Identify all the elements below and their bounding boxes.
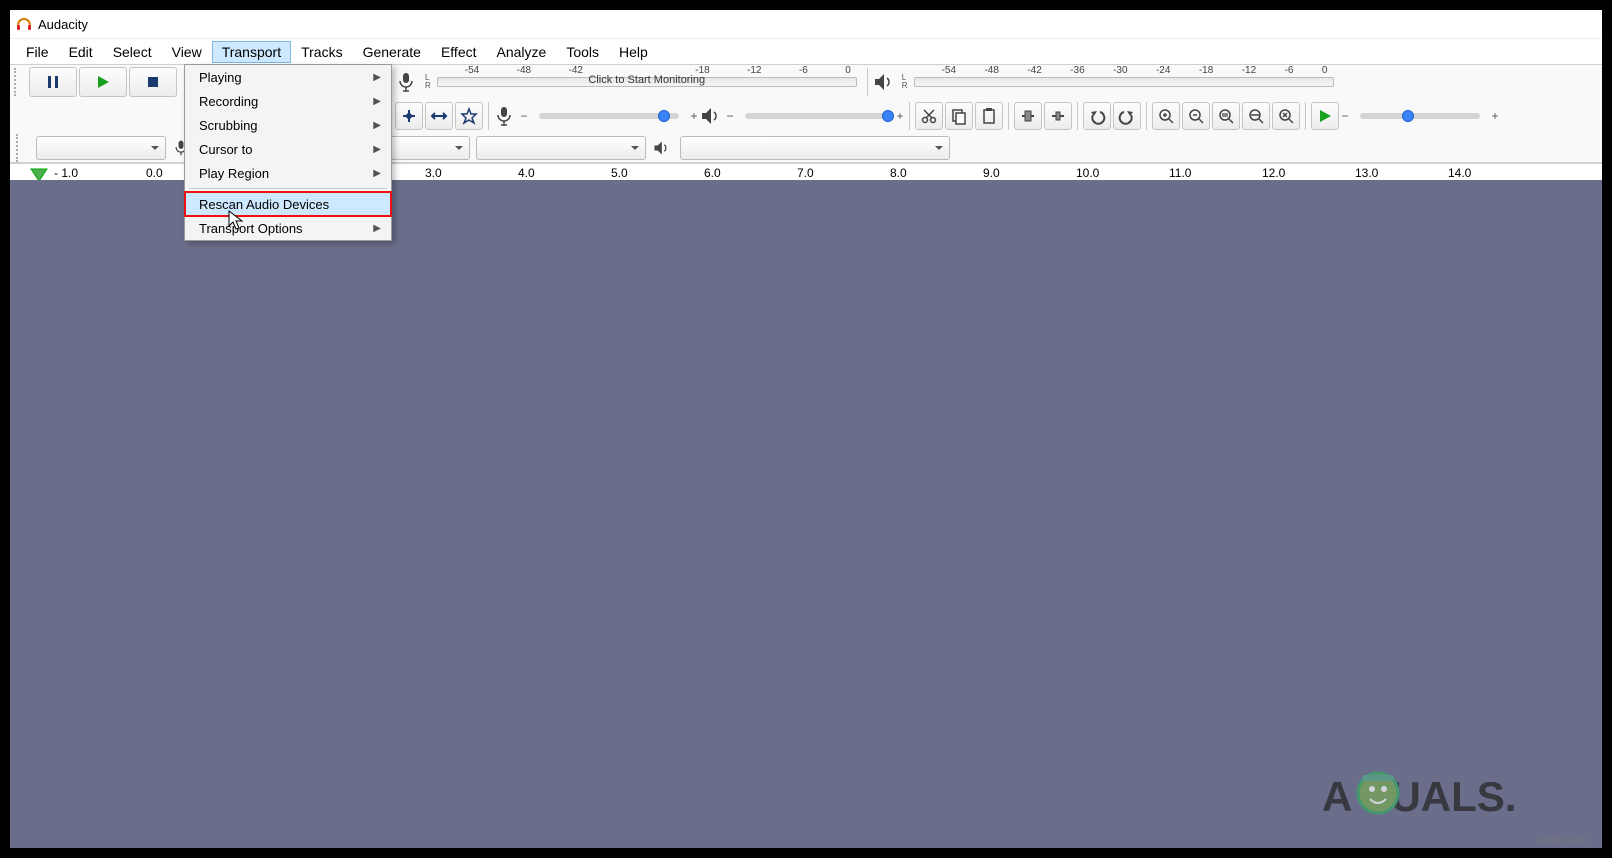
playback-meter[interactable]: -54-48-42-36-30-24-18-12-60 — [914, 68, 1334, 96]
audio-host-combo[interactable] — [36, 136, 166, 160]
zoom-tool-button[interactable] — [395, 102, 423, 130]
track-area[interactable] — [10, 180, 1602, 848]
submenu-arrow-icon: ▶ — [373, 120, 381, 131]
ruler-tick-label: 6.0 — [704, 166, 721, 180]
menu-select[interactable]: Select — [103, 41, 162, 63]
meter-lr-label: LR — [902, 74, 908, 90]
menu-item-label: Transport Options — [199, 221, 303, 236]
app-title: Audacity — [38, 17, 88, 32]
footer-link: wsxdn.com — [1538, 835, 1588, 846]
toolbar-separator — [1305, 102, 1306, 130]
ruler-tick-label: 14.0 — [1448, 166, 1471, 180]
paste-button[interactable] — [975, 102, 1003, 130]
copy-button[interactable] — [945, 102, 973, 130]
trim-button[interactable] — [1014, 102, 1042, 130]
zoom-toggle-button[interactable] — [1272, 102, 1300, 130]
microphone-icon — [493, 105, 515, 127]
redo-button[interactable] — [1113, 102, 1141, 130]
menu-item-label: Recording — [199, 94, 258, 109]
ruler-tick-label: 10.0 — [1076, 166, 1099, 180]
submenu-arrow-icon: ▶ — [373, 96, 381, 107]
undo-button[interactable] — [1083, 102, 1111, 130]
menu-tools[interactable]: Tools — [556, 41, 609, 63]
menu-item-recording[interactable]: Recording ▶ — [185, 89, 391, 113]
toolbar-separator — [867, 68, 868, 96]
playback-speed-slider[interactable]: − + — [1340, 109, 1500, 123]
menu-item-playing[interactable]: Playing ▶ — [185, 65, 391, 89]
watermark-logo: A PUALS. — [1322, 763, 1582, 838]
timeshift-tool-button[interactable] — [425, 102, 453, 130]
ruler-tick-label: 3.0 — [425, 166, 442, 180]
recording-volume-slider[interactable]: − + — [519, 109, 699, 123]
menu-analyze[interactable]: Analyze — [487, 41, 557, 63]
toolbar-separator — [1077, 102, 1078, 130]
audacity-icon — [16, 16, 32, 32]
menu-tracks[interactable]: Tracks — [291, 41, 352, 63]
zoom-out-button[interactable] — [1182, 102, 1210, 130]
ruler-tick-label: 9.0 — [983, 166, 1000, 180]
meter-lr-label: LR — [425, 74, 431, 90]
menu-file[interactable]: File — [16, 41, 59, 63]
pause-button[interactable] — [29, 67, 77, 97]
speaker-icon — [699, 105, 721, 127]
recording-meter[interactable]: Click to Start Monitoring -54-48-42-18-1… — [437, 68, 857, 96]
silence-button[interactable] — [1044, 102, 1072, 130]
multi-tool-button[interactable] — [455, 102, 483, 130]
submenu-arrow-icon: ▶ — [373, 223, 381, 234]
menu-item-label: Playing — [199, 70, 242, 85]
toolbar-grip[interactable] — [14, 68, 24, 96]
click-to-monitor-label: Click to Start Monitoring — [437, 74, 857, 86]
playback-device-combo[interactable] — [680, 136, 950, 160]
menu-view[interactable]: View — [162, 41, 212, 63]
menu-bar: File Edit Select View Transport Tracks G… — [10, 38, 1602, 64]
playback-volume-slider[interactable]: − + — [725, 109, 905, 123]
menu-item-rescan-audio-devices[interactable]: Rescan Audio Devices — [185, 192, 391, 216]
speaker-icon — [652, 139, 670, 157]
menu-item-cursor-to[interactable]: Cursor to ▶ — [185, 137, 391, 161]
transport-dropdown: Playing▶Recording▶Scrubbing▶Cursor to▶Pl… — [184, 64, 392, 241]
menu-item-label: Rescan Audio Devices — [199, 197, 329, 212]
toolbar-separator — [488, 102, 489, 130]
zoom-in-button[interactable] — [1152, 102, 1180, 130]
svg-text:A PUALS.: A PUALS. — [1322, 773, 1516, 820]
microphone-icon — [395, 71, 417, 93]
menu-item-play-region[interactable]: Play Region ▶ — [185, 161, 391, 185]
toolbar-separator — [909, 102, 910, 130]
recording-channels-combo[interactable] — [476, 136, 646, 160]
menu-item-scrubbing[interactable]: Scrubbing ▶ — [185, 113, 391, 137]
toolbar-separator — [1146, 102, 1147, 130]
submenu-arrow-icon: ▶ — [373, 72, 381, 83]
toolbar-separator — [1008, 102, 1009, 130]
title-bar: Audacity — [10, 10, 1602, 38]
menu-effect[interactable]: Effect — [431, 41, 487, 63]
menu-transport[interactable]: Transport — [212, 41, 291, 63]
ruler-tick-label: 0.0 — [146, 166, 163, 180]
submenu-arrow-icon: ▶ — [373, 168, 381, 179]
menu-help[interactable]: Help — [609, 41, 658, 63]
ruler-tick-label: 7.0 — [797, 166, 814, 180]
speaker-icon — [872, 71, 894, 93]
menu-item-label: Play Region — [199, 166, 269, 181]
ruler-tick-label: 5.0 — [611, 166, 628, 180]
fit-selection-button[interactable] — [1212, 102, 1240, 130]
ruler-tick-label: 13.0 — [1355, 166, 1378, 180]
ruler-tick-label: 11.0 — [1169, 166, 1191, 180]
menu-item-label: Cursor to — [199, 142, 252, 157]
menu-generate[interactable]: Generate — [353, 41, 431, 63]
cut-button[interactable] — [915, 102, 943, 130]
menu-item-label: Scrubbing — [199, 118, 258, 133]
menu-separator — [189, 188, 387, 189]
ruler-tick-label: 12.0 — [1262, 166, 1285, 180]
stop-button[interactable] — [129, 67, 177, 97]
play-button[interactable] — [79, 67, 127, 97]
toolbar-grip[interactable] — [16, 134, 26, 162]
ruler-tick-label: 8.0 — [890, 166, 907, 180]
ruler-tick-label: 4.0 — [518, 166, 535, 180]
menu-item-transport-options[interactable]: Transport Options ▶ — [185, 216, 391, 240]
menu-edit[interactable]: Edit — [59, 41, 103, 63]
submenu-arrow-icon: ▶ — [373, 144, 381, 155]
fit-project-button[interactable] — [1242, 102, 1270, 130]
play-at-speed-button[interactable] — [1311, 102, 1339, 130]
